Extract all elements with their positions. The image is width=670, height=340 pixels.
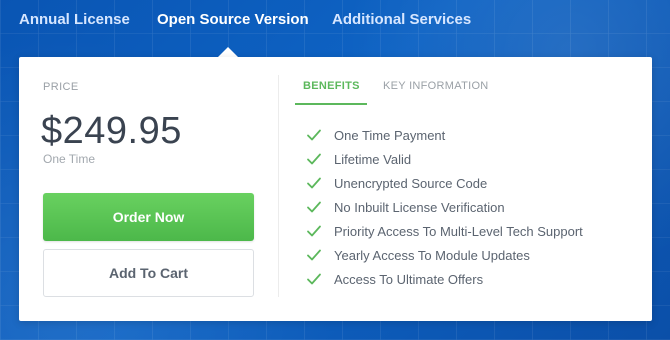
price-value: $249.95 <box>41 110 182 152</box>
check-icon <box>307 129 321 141</box>
check-icon <box>307 273 321 285</box>
check-icon <box>307 153 321 165</box>
list-item: One Time Payment <box>306 123 583 147</box>
check-icon <box>307 225 321 237</box>
tab-open-source-version[interactable]: Open Source Version <box>157 11 309 28</box>
benefit-label: Priority Access To Multi-Level Tech Supp… <box>334 223 583 239</box>
active-tab-pointer <box>218 47 238 57</box>
add-to-cart-button[interactable]: Add To Cart <box>43 249 254 297</box>
list-item: No Inbuilt License Verification <box>306 195 583 219</box>
product-tabs: Annual License Open Source Version Addit… <box>0 0 670 44</box>
active-info-tab-underline <box>295 103 367 105</box>
pricing-card: PRICE $249.95 One Time Order Now Add To … <box>19 57 652 321</box>
list-item: Access To Ultimate Offers <box>306 267 583 291</box>
benefit-label: No Inbuilt License Verification <box>334 199 505 215</box>
benefit-label: One Time Payment <box>334 127 446 143</box>
benefit-label: Unencrypted Source Code <box>334 175 488 191</box>
list-item: Unencrypted Source Code <box>306 171 583 195</box>
order-now-button[interactable]: Order Now <box>43 193 254 241</box>
list-item: Yearly Access To Module Updates <box>306 243 583 267</box>
tab-benefits[interactable]: BENEFITS <box>303 80 360 92</box>
tab-annual-license[interactable]: Annual License <box>19 11 130 28</box>
price-period: One Time <box>43 152 96 166</box>
card-divider <box>278 75 279 297</box>
list-item: Priority Access To Multi-Level Tech Supp… <box>306 219 583 243</box>
benefits-list: One Time Payment Lifetime Valid Unencrypte… <box>306 123 583 291</box>
benefit-label: Lifetime Valid <box>334 151 412 167</box>
benefit-label: Yearly Access To Module Updates <box>334 247 530 263</box>
check-icon <box>307 177 321 189</box>
check-icon <box>307 201 321 213</box>
benefit-label: Access To Ultimate Offers <box>334 271 484 287</box>
tab-key-information[interactable]: KEY INFORMATION <box>383 80 489 92</box>
tab-additional-services[interactable]: Additional Services <box>332 11 471 28</box>
check-icon <box>307 249 321 261</box>
price-label: PRICE <box>43 81 79 93</box>
list-item: Lifetime Valid <box>306 147 583 171</box>
